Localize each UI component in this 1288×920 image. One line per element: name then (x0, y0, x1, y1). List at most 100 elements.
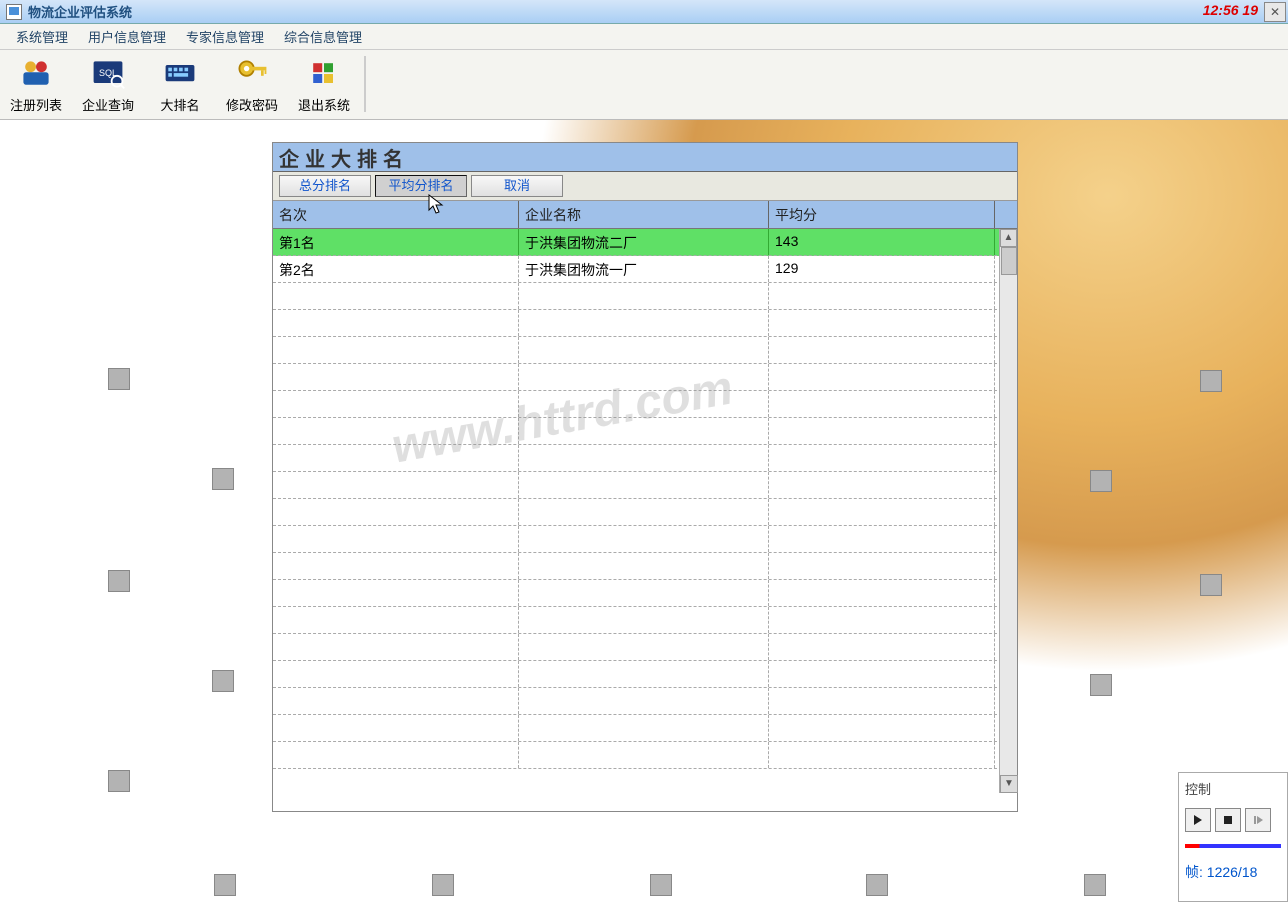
cell-name (519, 418, 769, 444)
next-button[interactable] (1245, 808, 1271, 832)
cell-name (519, 553, 769, 579)
cell-name (519, 499, 769, 525)
table-row[interactable] (273, 553, 1017, 580)
windows-flag-icon (304, 55, 344, 93)
progress-bar[interactable] (1185, 844, 1281, 848)
scroll-up-arrow[interactable]: ▲ (1000, 229, 1017, 247)
stop-button[interactable] (1215, 808, 1241, 832)
cell-avg (769, 418, 995, 444)
toolbar: 注册列表 SQL 企业查询 大排名 修改密码 退出系统 (0, 50, 1288, 120)
tool-label: 企业查询 (82, 95, 134, 114)
time-badge: 12:56 19 (1203, 2, 1258, 18)
cell-rank (273, 607, 519, 633)
cell-name (519, 283, 769, 309)
bg-square-icon (108, 770, 130, 792)
cell-rank (273, 445, 519, 471)
cell-name (519, 472, 769, 498)
btn-total-ranking[interactable]: 总分排名 (279, 175, 371, 197)
table-row[interactable] (273, 715, 1017, 742)
table-row[interactable]: 第1名于洪集团物流二厂143 (273, 229, 1017, 256)
frame-value: 1226/18 (1207, 864, 1258, 880)
bg-square-icon (212, 670, 234, 692)
scroll-thumb[interactable] (1001, 247, 1017, 275)
col-rank[interactable]: 名次 (273, 201, 519, 228)
table-row[interactable] (273, 499, 1017, 526)
ranking-window-title: 企业大排名 (273, 143, 1017, 171)
bg-square-icon (1090, 470, 1112, 492)
tool-exit[interactable]: 退出系统 (290, 54, 358, 114)
menu-expert-info[interactable]: 专家信息管理 (176, 24, 274, 49)
cell-avg (769, 634, 995, 660)
col-avg[interactable]: 平均分 (769, 201, 995, 228)
cell-name (519, 688, 769, 714)
control-panel-title: 控制 (1185, 779, 1281, 798)
frame-label: 帧: (1185, 864, 1203, 880)
close-button[interactable]: ✕ (1264, 2, 1286, 22)
table-row[interactable] (273, 607, 1017, 634)
table-row[interactable] (273, 283, 1017, 310)
ranking-window-body: 总分排名 平均分排名 取消 名次 企业名称 平均分 第1名于洪集团物流二厂143… (273, 171, 1017, 794)
cell-rank (273, 364, 519, 390)
table-row[interactable] (273, 310, 1017, 337)
sql-icon: SQL (88, 55, 128, 93)
cell-avg (769, 661, 995, 687)
menu-system[interactable]: 系统管理 (6, 24, 78, 49)
cell-avg (769, 580, 995, 606)
bg-square-icon (1090, 674, 1112, 696)
window-title: 物流企业评估系统 (28, 2, 132, 21)
table-row[interactable] (273, 445, 1017, 472)
table-row[interactable] (273, 337, 1017, 364)
cell-avg (769, 499, 995, 525)
btn-cancel[interactable]: 取消 (471, 175, 563, 197)
cell-name (519, 364, 769, 390)
table-row[interactable] (273, 742, 1017, 769)
toolbar-separator (364, 56, 366, 112)
cell-rank (273, 472, 519, 498)
bg-square-icon (1200, 574, 1222, 596)
table-row[interactable] (273, 580, 1017, 607)
table-row[interactable] (273, 391, 1017, 418)
btn-avg-ranking[interactable]: 平均分排名 (375, 175, 467, 197)
tool-register-list[interactable]: 注册列表 (2, 54, 70, 114)
control-panel-buttons (1185, 808, 1281, 832)
cell-avg (769, 607, 995, 633)
cell-name (519, 310, 769, 336)
menu-composite-info[interactable]: 综合信息管理 (274, 24, 372, 49)
table-row[interactable] (273, 526, 1017, 553)
key-icon (232, 55, 272, 93)
bg-square-icon (1084, 874, 1106, 896)
vertical-scrollbar[interactable]: ▲ ▼ (999, 229, 1017, 793)
scroll-down-arrow[interactable]: ▼ (1000, 775, 1018, 793)
cell-name (519, 742, 769, 768)
cell-rank (273, 418, 519, 444)
ranking-window: 企业大排名 总分排名 平均分排名 取消 名次 企业名称 平均分 第1名于洪集团物… (272, 142, 1018, 812)
col-name[interactable]: 企业名称 (519, 201, 769, 228)
table-row[interactable] (273, 364, 1017, 391)
table-row[interactable] (273, 472, 1017, 499)
cell-rank: 第1名 (273, 229, 519, 255)
cell-avg (769, 283, 995, 309)
tool-change-password[interactable]: 修改密码 (218, 54, 286, 114)
tool-enterprise-query[interactable]: SQL 企业查询 (74, 54, 142, 114)
frame-counter: 帧: 1226/18 (1185, 862, 1281, 882)
cell-avg (769, 715, 995, 741)
table-row[interactable] (273, 634, 1017, 661)
cell-avg (769, 337, 995, 363)
cell-name: 于洪集团物流一厂 (519, 256, 769, 282)
cell-name (519, 445, 769, 471)
bg-square-icon (108, 368, 130, 390)
table-row[interactable] (273, 661, 1017, 688)
cell-rank (273, 499, 519, 525)
table-row[interactable] (273, 688, 1017, 715)
cell-rank (273, 661, 519, 687)
tool-ranking[interactable]: 大排名 (146, 54, 214, 114)
play-button[interactable] (1185, 808, 1211, 832)
bg-square-icon (108, 570, 130, 592)
menubar: 系统管理 用户信息管理 专家信息管理 综合信息管理 (0, 24, 1288, 50)
menu-user-info[interactable]: 用户信息管理 (78, 24, 176, 49)
table-row[interactable]: 第2名于洪集团物流一厂129 (273, 256, 1017, 283)
table-row[interactable] (273, 418, 1017, 445)
cell-rank (273, 634, 519, 660)
cell-rank (273, 580, 519, 606)
cell-avg: 143 (769, 229, 995, 255)
